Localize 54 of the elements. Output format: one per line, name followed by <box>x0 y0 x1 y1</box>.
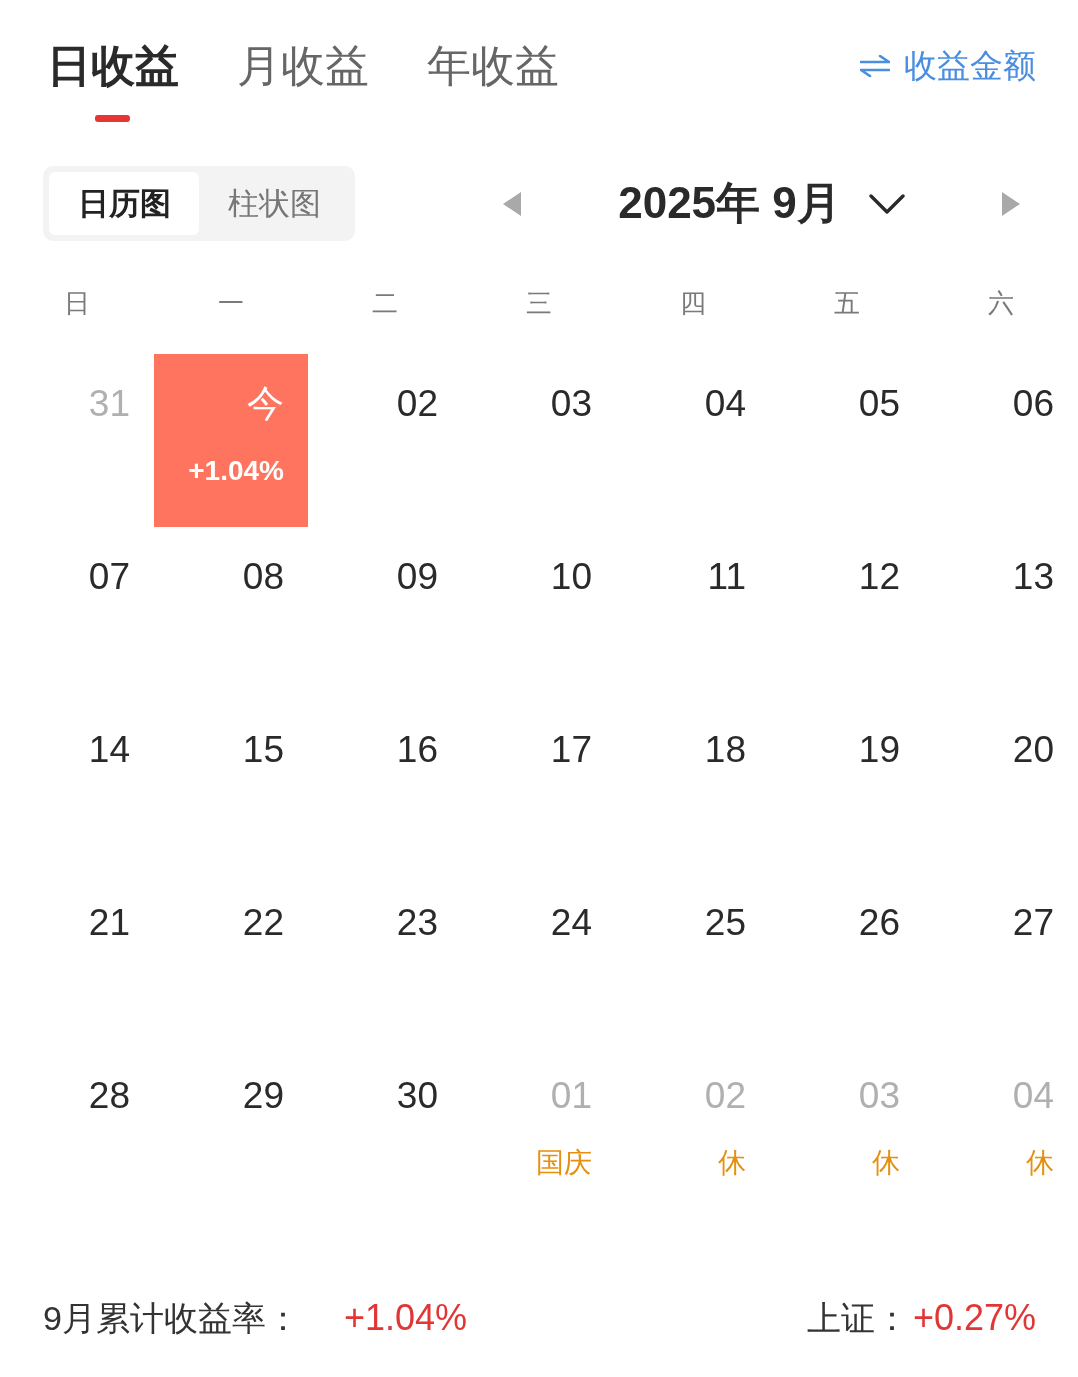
day-number[interactable]: 03 <box>550 382 592 426</box>
day-number[interactable]: 25 <box>704 901 746 945</box>
day-number[interactable]: 17 <box>550 728 592 772</box>
day-number[interactable]: 21 <box>88 901 130 945</box>
day-number[interactable]: 23 <box>396 901 438 945</box>
day-number[interactable]: 06 <box>1012 382 1054 426</box>
day-number[interactable]: 29 <box>242 1074 284 1118</box>
holiday-label: 休 <box>872 1146 900 1180</box>
weekday-label: 六 <box>987 287 1015 320</box>
day-number[interactable]: 10 <box>550 555 592 599</box>
day-number[interactable]: 28 <box>88 1074 130 1118</box>
day-number[interactable]: 19 <box>858 728 900 772</box>
day-number[interactable]: 22 <box>242 901 284 945</box>
weekday-label: 四 <box>679 287 707 320</box>
weekday-label: 日 <box>63 287 91 320</box>
day-number[interactable]: 27 <box>1012 901 1054 945</box>
day-number[interactable]: 20 <box>1012 728 1054 772</box>
chevron-down-icon <box>868 193 905 214</box>
weekday-label: 五 <box>833 287 861 320</box>
day-number[interactable]: 11 <box>707 555 746 599</box>
day-number[interactable]: 14 <box>88 728 130 772</box>
day-number[interactable]: 07 <box>88 555 130 599</box>
summary-label: 上证： <box>806 1298 909 1339</box>
weekday-label: 二 <box>371 287 399 320</box>
day-number[interactable]: 12 <box>858 555 900 599</box>
day-number[interactable]: 18 <box>704 728 746 772</box>
holiday-label: 休 <box>718 1146 746 1180</box>
tab[interactable]: 日收益 <box>47 36 179 122</box>
weekday-label: 一 <box>217 287 245 320</box>
day-number[interactable]: 26 <box>858 901 900 945</box>
summary-label: 9月累计收益率： <box>43 1298 300 1339</box>
view-tab[interactable]: 日历图 <box>49 172 199 235</box>
holiday-label: 国庆 <box>536 1146 592 1180</box>
weekday-label: 三 <box>525 287 553 320</box>
day-number[interactable]: 30 <box>396 1074 438 1118</box>
month-picker-button[interactable]: 2025年 9月 <box>618 174 905 233</box>
day-number[interactable]: 13 <box>1012 555 1054 599</box>
tab[interactable]: 月收益 <box>237 36 369 122</box>
holiday-label: 休 <box>1026 1146 1054 1180</box>
day-number[interactable]: 24 <box>550 901 592 945</box>
view-tab[interactable]: 柱状图 <box>199 172 349 235</box>
summary-value: +0.27% <box>912 1296 1036 1340</box>
day-number[interactable]: 09 <box>396 555 438 599</box>
day-number[interactable]: 08 <box>242 555 284 599</box>
day-number[interactable]: 15 <box>242 728 284 772</box>
return-label: +1.04% <box>188 454 284 488</box>
day-number[interactable]: 05 <box>858 382 900 426</box>
day-number[interactable]: 16 <box>396 728 438 772</box>
tab[interactable]: 年收益 <box>427 36 559 122</box>
triangle-left-icon <box>503 191 521 216</box>
triangle-right-icon <box>1002 191 1020 216</box>
day-number[interactable]: 04 <box>704 382 746 426</box>
day-number[interactable]: 02 <box>396 382 438 426</box>
summary-value: +1.04% <box>343 1296 468 1340</box>
